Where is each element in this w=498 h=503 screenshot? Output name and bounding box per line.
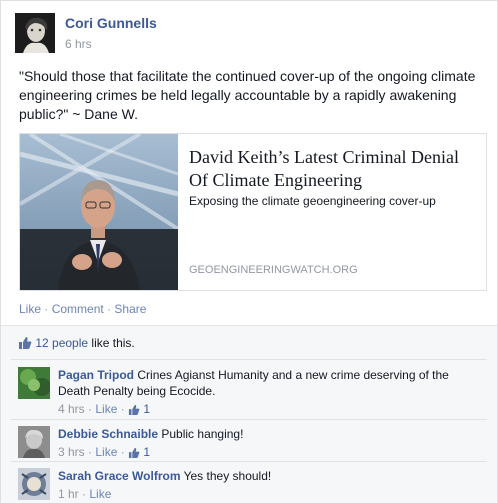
likes-people-link[interactable]: 12 people [35, 336, 88, 350]
link-domain: GEOENGINEERINGWATCH.ORG [189, 264, 358, 276]
thumbs-up-icon [18, 336, 32, 352]
comment-like-count[interactable]: 1 [143, 402, 150, 416]
comment-meta: 4 hrs · Like · 1 [58, 401, 478, 419]
post-card: Cori Gunnells 6 hrs "Should those that f… [0, 0, 498, 503]
comment-like-button[interactable]: Like [95, 445, 117, 459]
comment-body: Pagan Tripod Crines Agianst Humanity and… [58, 367, 478, 419]
commenter-name[interactable]: Pagan Tripod [58, 368, 134, 382]
link-description: Exposing the climate geoengineering cove… [189, 194, 436, 208]
like-button[interactable]: Like [19, 302, 41, 316]
action-separator: · [107, 302, 112, 316]
post-actions: Like · Comment · Share [19, 302, 146, 316]
comment-text: Yes they should! [183, 469, 272, 483]
post-text: "Should those that facilitate the contin… [19, 68, 476, 122]
action-separator: · [44, 302, 49, 316]
post-author-name[interactable]: Cori Gunnells [65, 15, 157, 31]
comment-body: Debbie Schnaible Public hanging! 3 hrs ·… [58, 426, 478, 462]
commenter-name[interactable]: Sarah Grace Wolfrom [58, 469, 180, 483]
author-avatar[interactable] [15, 13, 55, 53]
comment-text: Public hanging! [161, 427, 244, 441]
comment-like-button[interactable]: Like [89, 487, 111, 501]
comment-like-button[interactable]: Like [95, 402, 117, 416]
link-thumbnail-image[interactable] [20, 134, 178, 290]
commenter-avatar[interactable] [18, 367, 50, 399]
comment-body: Sarah Grace Wolfrom Yes they should! 1 h… [58, 468, 478, 502]
divider [11, 461, 487, 462]
likes-summary: 12 people like this. [18, 336, 135, 352]
comment-meta: 3 hrs · Like · 1 [58, 444, 478, 462]
comment-meta: 1 hr · Like [58, 487, 112, 501]
divider [11, 359, 487, 360]
comment-like-count[interactable]: 1 [143, 445, 150, 459]
commenter-avatar[interactable] [18, 468, 50, 500]
divider [11, 419, 487, 420]
commenter-avatar[interactable] [18, 426, 50, 458]
shared-link-card[interactable]: David Keith’s Latest Criminal Denial Of … [19, 133, 487, 291]
link-title[interactable]: David Keith’s Latest Criminal Denial Of … [189, 146, 479, 192]
comment-button[interactable]: Comment [52, 302, 104, 316]
likes-suffix: like this. [88, 336, 135, 350]
thumbs-up-icon [128, 403, 140, 419]
commenter-name[interactable]: Debbie Schnaible [58, 427, 158, 441]
thumbs-up-icon [128, 446, 140, 462]
comment-time[interactable]: 4 hrs [58, 402, 85, 416]
comment-time[interactable]: 3 hrs [58, 445, 85, 459]
post-timestamp[interactable]: 6 hrs [65, 37, 92, 51]
share-button[interactable]: Share [114, 302, 146, 316]
comment-time[interactable]: 1 hr [58, 487, 79, 501]
feedback-area: 12 people like this. Pagan Tripod Crines… [1, 325, 497, 503]
